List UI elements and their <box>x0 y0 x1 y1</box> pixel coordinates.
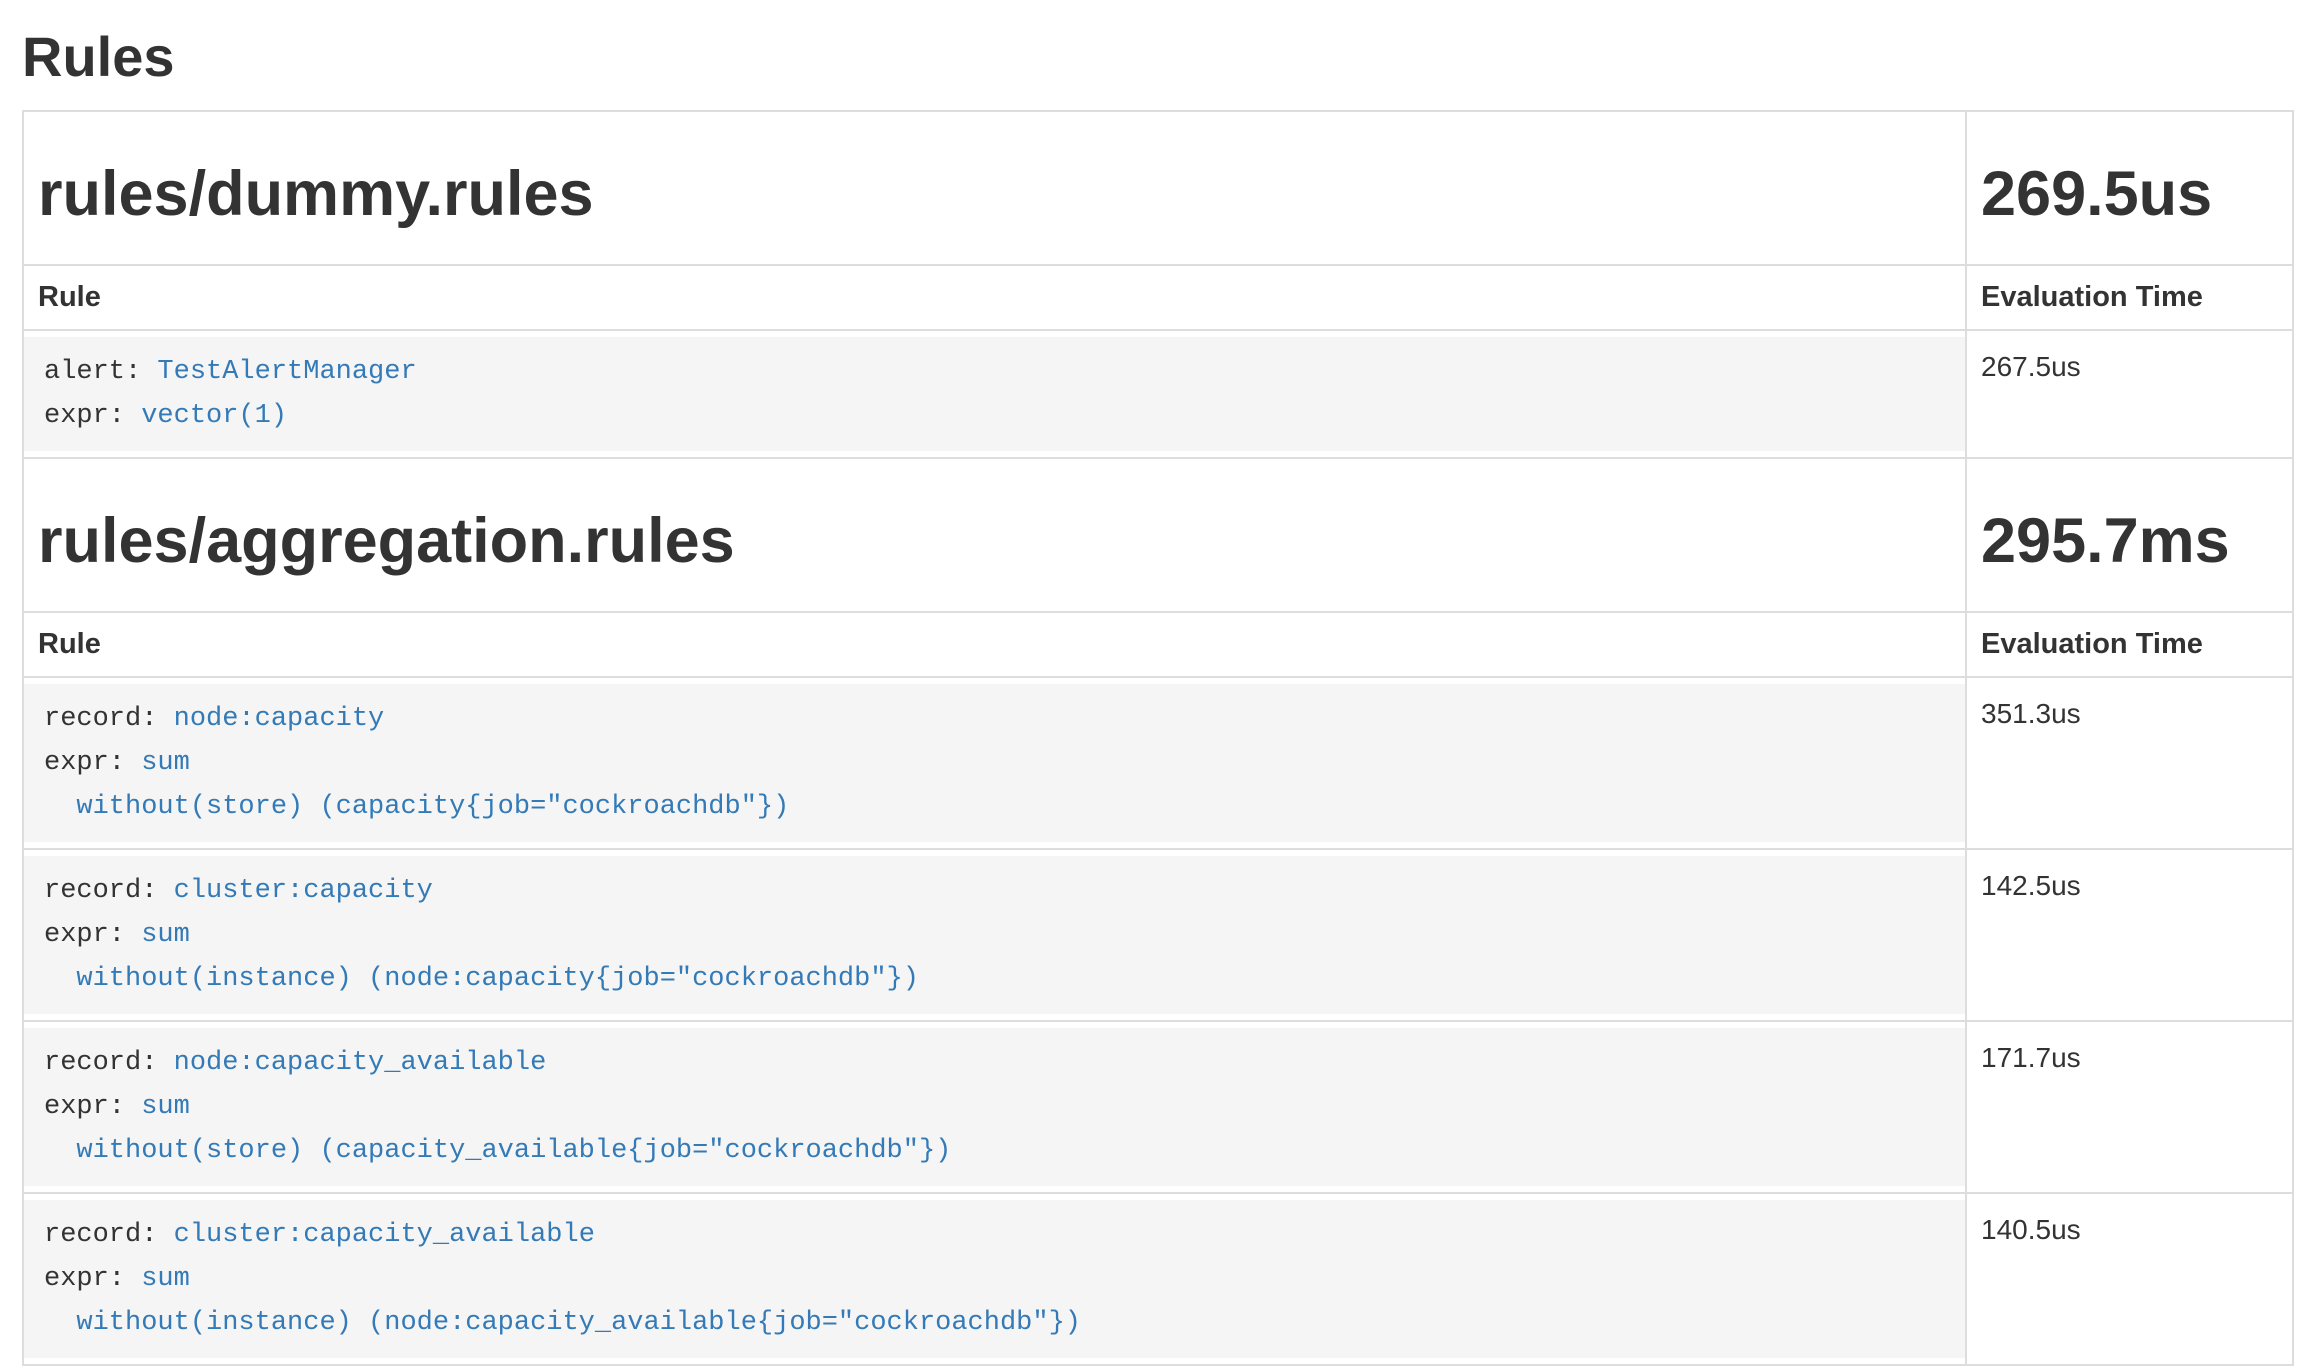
rule-keyword: alert: <box>44 357 157 387</box>
rule-row: record: cluster:capacity_available expr:… <box>23 1193 2293 1365</box>
rule-definition: record: cluster:capacity_available expr:… <box>24 1200 1965 1358</box>
eval-time-column-header: Evaluation Time <box>1966 265 2293 330</box>
rule-group-evaluation-time-cell: 295.7ms <box>1966 458 2293 612</box>
rule-definition: alert: TestAlertManager expr: vector(1) <box>24 337 1965 451</box>
rule-group-evaluation-time: 269.5us <box>1981 160 2278 228</box>
rule-group-file: rules/aggregation.rules <box>38 507 1951 575</box>
rule-definition: record: node:capacity expr: sum without(… <box>24 684 1965 842</box>
rule-column-header: Rule <box>23 265 1966 330</box>
rule-keyword: expr: <box>44 1264 141 1294</box>
rule-evaluation-time: 140.5us <box>1966 1193 2293 1365</box>
rule-cell: alert: TestAlertManager expr: vector(1) <box>23 330 1966 458</box>
rule-group-heading-row: rules/dummy.rules 269.5us <box>23 111 2293 265</box>
rule-keyword: record: <box>44 876 174 906</box>
rule-evaluation-time: 171.7us <box>1966 1021 2293 1193</box>
rule-row: record: cluster:capacity expr: sum witho… <box>23 849 2293 1021</box>
rule-group-evaluation-time: 295.7ms <box>1981 507 2278 575</box>
rule-cell: record: node:capacity_available expr: su… <box>23 1021 1966 1193</box>
rule-column-header: Rule <box>23 612 1966 677</box>
rule-keyword: record: <box>44 704 174 734</box>
rule-link[interactable]: TestAlertManager <box>157 357 416 387</box>
rule-link[interactable]: vector(1) <box>141 401 287 431</box>
rule-link[interactable]: cluster:capacity_available <box>174 1220 595 1250</box>
rule-evaluation-time: 267.5us <box>1966 330 2293 458</box>
rule-link[interactable]: node:capacity <box>174 704 385 734</box>
rule-link[interactable]: node:capacity_available <box>174 1048 547 1078</box>
rule-keyword: expr: <box>44 401 141 431</box>
rule-evaluation-time: 142.5us <box>1966 849 2293 1021</box>
rule-definition: record: cluster:capacity expr: sum witho… <box>24 856 1965 1014</box>
rule-link[interactable]: cluster:capacity <box>174 876 433 906</box>
rule-evaluation-time: 351.3us <box>1966 677 2293 849</box>
rule-definition: record: node:capacity_available expr: su… <box>24 1028 1965 1186</box>
rule-group-file-cell: rules/aggregation.rules <box>23 458 1966 612</box>
rules-page: Rules rules/dummy.rules269.5usRuleEvalua… <box>0 26 2316 1366</box>
rule-cell: record: cluster:capacity_available expr:… <box>23 1193 1966 1365</box>
column-header-row: RuleEvaluation Time <box>23 612 2293 677</box>
rule-keyword: expr: <box>44 920 141 950</box>
rule-keyword: record: <box>44 1220 174 1250</box>
page-title: Rules <box>22 26 2294 88</box>
rule-group-file: rules/dummy.rules <box>38 160 1951 228</box>
rule-group-evaluation-time-cell: 269.5us <box>1966 111 2293 265</box>
rule-link[interactable]: sum without(instance) (node:capacity_ava… <box>44 1264 1081 1338</box>
rule-cell: record: cluster:capacity expr: sum witho… <box>23 849 1966 1021</box>
rule-cell: record: node:capacity expr: sum without(… <box>23 677 1966 849</box>
rule-keyword: record: <box>44 1048 174 1078</box>
rules-table: rules/dummy.rules269.5usRuleEvaluation T… <box>22 110 2294 1366</box>
rule-row: alert: TestAlertManager expr: vector(1)2… <box>23 330 2293 458</box>
rule-row: record: node:capacity expr: sum without(… <box>23 677 2293 849</box>
column-header-row: RuleEvaluation Time <box>23 265 2293 330</box>
rule-link[interactable]: sum without(store) (capacity{job="cockro… <box>44 748 789 822</box>
rule-group-heading-row: rules/aggregation.rules 295.7ms <box>23 458 2293 612</box>
rule-group-file-cell: rules/dummy.rules <box>23 111 1966 265</box>
rule-keyword: expr: <box>44 748 141 778</box>
rule-keyword: expr: <box>44 1092 141 1122</box>
rule-row: record: node:capacity_available expr: su… <box>23 1021 2293 1193</box>
rule-link[interactable]: sum without(store) (capacity_available{j… <box>44 1092 951 1166</box>
eval-time-column-header: Evaluation Time <box>1966 612 2293 677</box>
rule-link[interactable]: sum without(instance) (node:capacity{job… <box>44 920 919 994</box>
